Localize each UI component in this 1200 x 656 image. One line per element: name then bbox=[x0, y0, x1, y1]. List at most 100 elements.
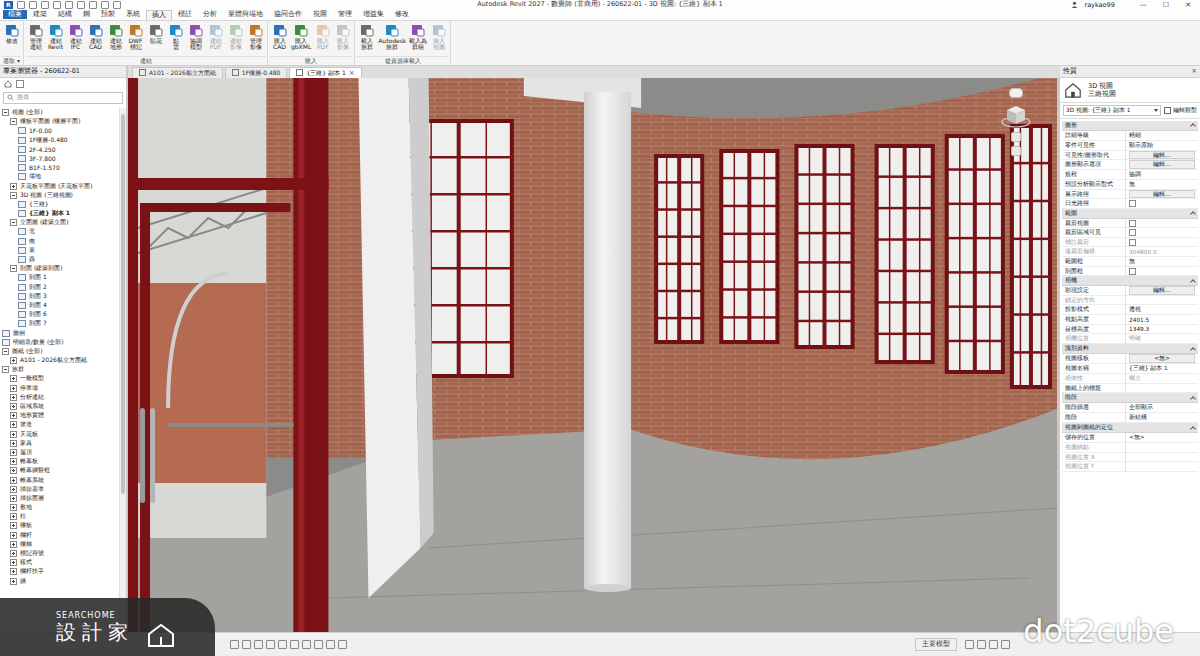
tree-item[interactable]: 天花板 bbox=[0, 429, 119, 438]
ribbon-tab[interactable]: 插入 bbox=[146, 10, 172, 20]
tree-item[interactable]: 東 bbox=[0, 246, 119, 255]
quick-access-icon[interactable] bbox=[113, 1, 121, 9]
workset-label[interactable]: 主要模型 bbox=[915, 638, 957, 651]
expand-toggle-icon[interactable] bbox=[10, 219, 17, 226]
tree-item[interactable]: 柱 bbox=[0, 512, 119, 521]
tree-item[interactable]: 1F-0.00 bbox=[0, 126, 119, 135]
tree-item[interactable]: 坡道 bbox=[0, 420, 119, 429]
ribbon-tab[interactable]: 建築 bbox=[28, 10, 52, 19]
expand-toggle-icon[interactable] bbox=[10, 578, 17, 585]
expand-toggle-icon[interactable] bbox=[10, 568, 17, 575]
edit-button[interactable]: 編輯... bbox=[1129, 160, 1195, 169]
tree-item[interactable]: 停車場 bbox=[0, 384, 119, 393]
ribbon-tab[interactable]: 增益集 bbox=[358, 10, 389, 19]
property-row[interactable]: 視圖樣板<無> bbox=[1062, 354, 1198, 364]
ribbon-tab[interactable]: 預製 bbox=[96, 10, 120, 19]
property-row[interactable]: 詳細等級精細 bbox=[1062, 131, 1198, 141]
property-row[interactable]: 裁剪區域可見 bbox=[1062, 228, 1198, 238]
property-row[interactable]: 投影模式透視 bbox=[1062, 305, 1198, 315]
property-row[interactable]: 裁剪視圖 bbox=[1062, 219, 1198, 229]
expand-toggle-icon[interactable] bbox=[10, 183, 17, 190]
ribbon-button[interactable]: 連結PDF bbox=[206, 23, 225, 56]
property-row[interactable]: 日光路徑 bbox=[1062, 199, 1198, 209]
expand-toggle-icon[interactable] bbox=[10, 522, 17, 529]
tree-item[interactable]: 樓板平面圖 (樓層平面) bbox=[0, 117, 119, 126]
property-row[interactable]: 圖形顯示選項編輯... bbox=[1062, 160, 1198, 170]
property-row[interactable]: 遠裁剪偏移304800.0 bbox=[1062, 247, 1198, 257]
tree-item[interactable]: 北 bbox=[0, 227, 119, 236]
tree-item[interactable]: {三維} 副本 1 bbox=[0, 209, 119, 218]
expand-toggle-icon[interactable] bbox=[10, 118, 17, 125]
property-row[interactable]: 相機位置明確 bbox=[1062, 334, 1198, 344]
ribbon-button[interactable]: 協調模型 bbox=[186, 23, 205, 56]
expand-toggle-icon[interactable] bbox=[10, 394, 17, 401]
expand-toggle-icon[interactable] bbox=[10, 431, 17, 438]
tree-item[interactable]: 樣式 bbox=[0, 558, 119, 567]
expand-toggle-icon[interactable] bbox=[2, 348, 9, 355]
tree-item[interactable]: 剖面 6 bbox=[0, 310, 119, 319]
expand-toggle-icon[interactable] bbox=[10, 375, 17, 382]
expand-toggle-icon[interactable] bbox=[10, 440, 17, 447]
tree-item[interactable]: 族群 bbox=[0, 365, 119, 374]
close-button[interactable]: × bbox=[1191, 66, 1197, 77]
edit-type-button[interactable]: 編輯類型 bbox=[1164, 106, 1197, 115]
tree-item[interactable]: 天花板平面圖 (天花板平面) bbox=[0, 181, 119, 190]
property-row[interactable]: 可見性/圖形取代編輯... bbox=[1062, 151, 1198, 161]
tree-item[interactable]: 帷幕板 bbox=[0, 457, 119, 466]
property-row[interactable]: 視點高度2401.5 bbox=[1062, 315, 1198, 325]
expand-toggle-icon[interactable] bbox=[10, 513, 17, 520]
search-field[interactable]: 搜尋 bbox=[3, 92, 123, 104]
property-row[interactable]: 視圖名稱{三維} 副本 1 bbox=[1062, 364, 1198, 374]
property-row[interactable]: 規程協調 bbox=[1062, 170, 1198, 180]
ribbon-button[interactable]: 插入視圖 bbox=[429, 23, 448, 56]
ribbon-button[interactable]: 連結地形 bbox=[106, 23, 125, 56]
property-row[interactable]: 視圖位置 Y bbox=[1062, 462, 1198, 472]
expand-toggle-icon[interactable] bbox=[10, 495, 17, 502]
tree-item[interactable]: 敷地 bbox=[0, 503, 119, 512]
expand-toggle-icon[interactable] bbox=[10, 541, 17, 548]
ribbon-button[interactable]: Autodesk族群 bbox=[377, 23, 407, 56]
view-control-icon[interactable] bbox=[230, 640, 239, 649]
tree-item[interactable]: 分析連結 bbox=[0, 393, 119, 402]
section-header[interactable]: 識別資料 bbox=[1062, 344, 1198, 354]
ribbon-button[interactable]: 連結IFC bbox=[66, 23, 85, 56]
expand-toggle-icon[interactable] bbox=[10, 192, 17, 199]
panel-title[interactable]: 從資源庫載入 bbox=[357, 56, 448, 65]
tree-item[interactable]: 場地 bbox=[0, 172, 119, 181]
tree-item[interactable]: 視圖 (全部) bbox=[0, 108, 119, 117]
property-row[interactable]: 圖紙上的標題 bbox=[1062, 384, 1198, 394]
tree-item[interactable]: 剖面 (建築剖面) bbox=[0, 264, 119, 273]
tree-item[interactable]: 1F樓層-0.480 bbox=[0, 135, 119, 144]
pan-icon[interactable] bbox=[1011, 146, 1021, 156]
window-control[interactable]: — bbox=[1135, 1, 1152, 9]
app-logo[interactable]: R bbox=[4, 1, 13, 9]
quick-access-icon[interactable] bbox=[17, 1, 25, 9]
panel-title[interactable]: 選取 ▾ bbox=[2, 56, 21, 65]
expand-toggle-icon[interactable] bbox=[10, 477, 17, 484]
view-control-icon[interactable] bbox=[338, 640, 347, 649]
tree-item[interactable]: 帷幕系統 bbox=[0, 475, 119, 484]
tree-item[interactable]: 剖面 4 bbox=[0, 301, 119, 310]
ribbon-button[interactable]: 管理連結 bbox=[26, 23, 45, 56]
tree-item[interactable]: 樓板 bbox=[0, 521, 119, 530]
tree-item[interactable]: 2F-4.250 bbox=[0, 145, 119, 154]
ribbon-tab[interactable]: 結構 bbox=[53, 10, 77, 19]
property-row[interactable]: 範圍框無 bbox=[1062, 257, 1198, 267]
section-header[interactable]: 範圍 bbox=[1062, 209, 1198, 219]
ribbon-tab[interactable]: 檔案 bbox=[3, 10, 27, 19]
expand-toggle-icon[interactable] bbox=[2, 366, 9, 373]
tree-item[interactable]: 西 bbox=[0, 255, 119, 264]
ribbon-tab[interactable]: 鋼 bbox=[78, 10, 95, 19]
checkbox[interactable] bbox=[1129, 229, 1136, 236]
ribbon-tab[interactable]: 標註 bbox=[173, 10, 197, 19]
tree-item[interactable]: {三維} bbox=[0, 200, 119, 209]
ribbon-tab[interactable]: 量體與場地 bbox=[223, 10, 268, 19]
ribbon-tab[interactable]: 管理 bbox=[333, 10, 357, 19]
ribbon-button[interactable]: 匯入gbXML bbox=[290, 23, 312, 56]
tree-item[interactable]: 剖面 1 bbox=[0, 273, 119, 282]
view-cube-icon[interactable] bbox=[1001, 102, 1031, 128]
ribbon-button[interactable]: 管理影像 bbox=[246, 23, 265, 56]
ribbon-button[interactable]: 點雲 bbox=[166, 23, 185, 56]
expand-toggle-icon[interactable] bbox=[10, 403, 17, 410]
tree-item[interactable]: 立面圖 (建築立面) bbox=[0, 218, 119, 227]
